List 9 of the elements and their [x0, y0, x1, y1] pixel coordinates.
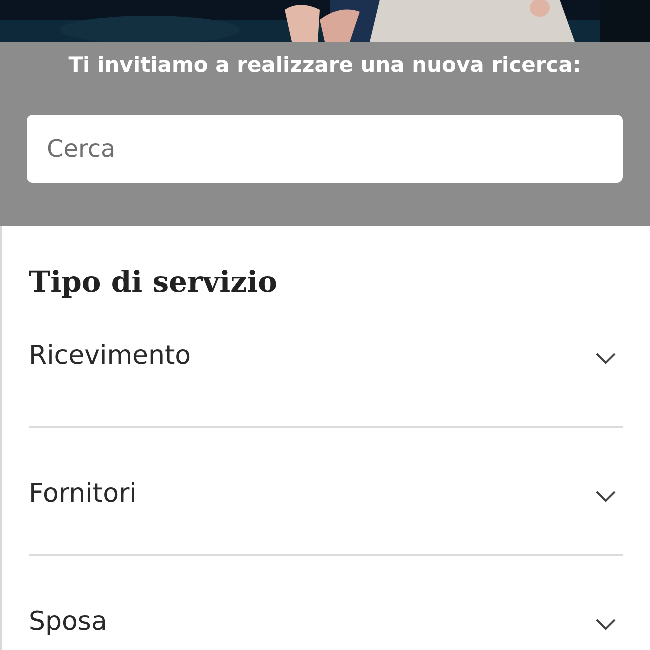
chevron-down-icon[interactable]: [595, 618, 617, 632]
section-title: Tipo di servizio: [29, 264, 278, 300]
accordion-label[interactable]: Fornitori: [29, 478, 137, 510]
chevron-down-icon[interactable]: [595, 490, 617, 504]
search-prompt: Ti invitiamo a realizzare una nuova ricerca:: [68, 52, 582, 78]
search-field[interactable]: Cerca: [27, 115, 623, 183]
chevron-down-icon[interactable]: [595, 352, 617, 366]
accordion-label[interactable]: Sposa: [29, 606, 108, 638]
accordion-label[interactable]: Ricevimento: [29, 340, 192, 372]
